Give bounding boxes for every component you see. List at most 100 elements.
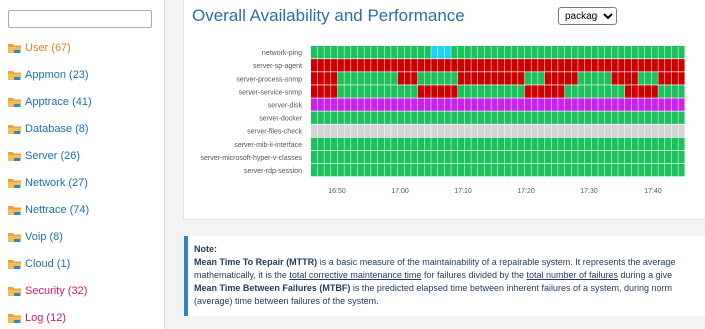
status-cell[interactable] (417, 137, 425, 151)
status-cell[interactable] (631, 111, 638, 124)
status-cell[interactable] (631, 46, 638, 59)
status-cell[interactable] (598, 124, 605, 137)
status-cell[interactable] (311, 85, 318, 98)
status-cell[interactable] (451, 111, 458, 124)
status-cell[interactable] (417, 59, 425, 72)
status-cell[interactable] (471, 85, 478, 98)
status-cell[interactable] (544, 59, 551, 72)
status-cell[interactable] (524, 163, 531, 177)
status-cell[interactable] (397, 137, 405, 151)
status-cell[interactable] (671, 59, 678, 72)
status-cell[interactable] (544, 137, 551, 151)
status-cell[interactable] (331, 111, 338, 124)
status-cell[interactable] (464, 111, 471, 124)
status-cell[interactable] (531, 59, 538, 72)
status-cell[interactable] (484, 98, 491, 111)
status-cell[interactable] (484, 59, 491, 72)
status-cell[interactable] (437, 124, 445, 137)
status-cell[interactable] (511, 137, 518, 151)
status-cell[interactable] (518, 111, 525, 124)
status-cell[interactable] (598, 163, 605, 177)
status-cell[interactable] (351, 163, 358, 177)
status-cell[interactable] (371, 46, 378, 59)
status-cell[interactable] (377, 124, 384, 137)
status-cell[interactable] (364, 59, 371, 72)
status-cell[interactable] (611, 150, 618, 164)
status-cell[interactable] (571, 163, 578, 177)
status-cell[interactable] (491, 163, 498, 177)
status-cell[interactable] (417, 150, 425, 164)
status-cell[interactable] (451, 163, 458, 177)
status-cell[interactable] (424, 72, 431, 85)
status-cell[interactable] (624, 137, 632, 151)
status-cell[interactable] (324, 150, 331, 164)
status-cell[interactable] (364, 85, 371, 98)
status-cell[interactable] (618, 46, 625, 59)
status-cell[interactable] (511, 59, 518, 72)
status-cell[interactable] (531, 46, 538, 59)
status-cell[interactable] (471, 163, 478, 177)
status-cell[interactable] (404, 98, 411, 111)
status-cell[interactable] (397, 46, 405, 59)
status-cell[interactable] (377, 72, 384, 85)
status-cell[interactable] (317, 124, 324, 137)
status-cell[interactable] (391, 150, 398, 164)
status-cell[interactable] (651, 59, 658, 72)
status-cell[interactable] (671, 72, 678, 85)
status-cell[interactable] (364, 137, 371, 151)
status-cell[interactable] (397, 111, 405, 124)
status-cell[interactable] (311, 124, 318, 137)
status-cell[interactable] (471, 59, 478, 72)
status-cell[interactable] (337, 59, 344, 72)
status-cell[interactable] (624, 98, 632, 111)
status-cell[interactable] (344, 124, 351, 137)
status-cell[interactable] (591, 163, 598, 177)
status-cell[interactable] (484, 163, 491, 177)
status-cell[interactable] (618, 137, 625, 151)
status-cell[interactable] (544, 124, 551, 137)
status-cell[interactable] (478, 72, 485, 85)
sidebar-item[interactable]: Appmon (23) (8, 67, 89, 83)
status-cell[interactable] (678, 124, 685, 137)
status-cell[interactable] (678, 85, 685, 98)
status-cell[interactable] (551, 59, 558, 72)
status-cell[interactable] (578, 124, 585, 137)
status-cell[interactable] (417, 111, 425, 124)
status-cell[interactable] (317, 111, 324, 124)
status-cell[interactable] (337, 163, 344, 177)
status-cell[interactable] (578, 111, 585, 124)
status-cell[interactable] (377, 98, 384, 111)
status-cell[interactable] (437, 137, 445, 151)
status-cell[interactable] (411, 72, 418, 85)
status-cell[interactable] (518, 150, 525, 164)
status-cell[interactable] (391, 72, 398, 85)
status-cell[interactable] (604, 150, 612, 164)
status-cell[interactable] (498, 59, 505, 72)
status-cell[interactable] (645, 137, 652, 151)
status-cell[interactable] (645, 111, 652, 124)
status-cell[interactable] (457, 111, 465, 124)
status-cell[interactable] (391, 85, 398, 98)
status-cell[interactable] (357, 150, 364, 164)
status-cell[interactable] (571, 150, 578, 164)
status-cell[interactable] (638, 150, 645, 164)
status-cell[interactable] (411, 150, 418, 164)
status-cell[interactable] (678, 59, 685, 72)
status-cell[interactable] (457, 137, 465, 151)
status-cell[interactable] (518, 124, 525, 137)
status-cell[interactable] (645, 85, 652, 98)
status-cell[interactable] (451, 137, 458, 151)
status-cell[interactable] (417, 98, 425, 111)
status-cell[interactable] (431, 124, 438, 137)
status-cell[interactable] (538, 72, 545, 85)
sidebar-item[interactable]: Log (12) (8, 310, 66, 326)
status-cell[interactable] (598, 85, 605, 98)
status-cell[interactable] (524, 85, 531, 98)
status-cell[interactable] (544, 98, 551, 111)
status-cell[interactable] (518, 85, 525, 98)
status-cell[interactable] (645, 59, 652, 72)
status-cell[interactable] (558, 46, 565, 59)
status-cell[interactable] (324, 46, 331, 59)
status-cell[interactable] (377, 150, 384, 164)
status-cell[interactable] (317, 98, 324, 111)
